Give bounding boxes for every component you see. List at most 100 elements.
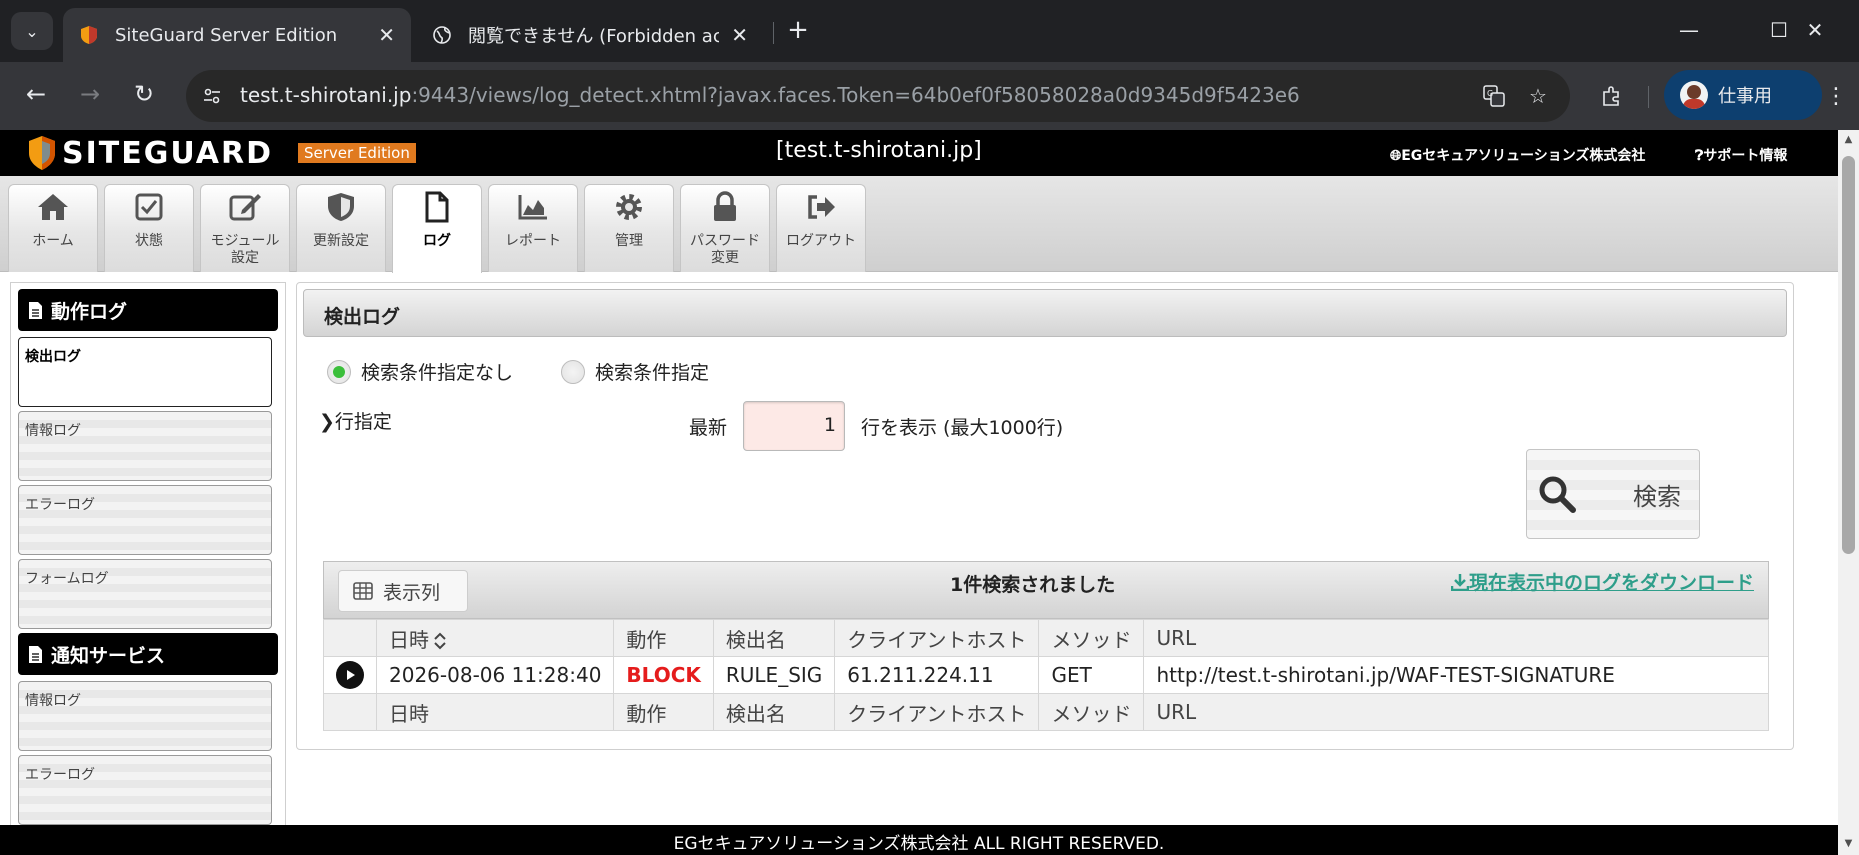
back-button[interactable]: ← [16, 74, 56, 114]
latest-label: 最新 [689, 417, 728, 439]
download-icon [1450, 573, 1469, 591]
new-tab-button[interactable]: + [782, 14, 814, 46]
grid-icon [353, 582, 373, 600]
sidebar-section-operation-log: 動作ログ [18, 289, 278, 331]
radio-condition[interactable]: 検索条件指定 [561, 358, 709, 385]
translate-button[interactable]: G [1478, 80, 1510, 112]
scroll-down-icon[interactable]: ▼ [1842, 838, 1855, 851]
tab-strip: ⌄ SiteGuard Server Edition ✕ 閲覧できません (Fo… [0, 0, 1859, 62]
tab-home[interactable]: ホーム [8, 184, 98, 272]
header-cell-expand [323, 619, 377, 657]
document-icon [29, 301, 42, 319]
result-count: 1件検索されました [950, 574, 1116, 596]
scrollbar-thumb[interactable] [1842, 156, 1855, 554]
cell-method: GET [1038, 656, 1145, 694]
header-cell-url: URL [1143, 619, 1769, 657]
close-icon[interactable]: ✕ [378, 23, 395, 47]
tab-label: 更新設定 [313, 233, 369, 249]
tab-report[interactable]: レポート [488, 184, 578, 272]
forward-button[interactable]: → [70, 74, 110, 114]
url-host: test.t-shirotani.jp [240, 83, 412, 107]
tune-icon [204, 88, 220, 104]
address-bar[interactable]: test.t-shirotani.jp:9443/views/log_detec… [186, 70, 1570, 122]
row-count-input[interactable]: 1 [743, 401, 845, 451]
cell-url: http://test.t-shirotani.jp/WAF-TEST-SIGN… [1143, 656, 1769, 694]
maximize-icon: ☐ [1770, 18, 1788, 42]
search-button[interactable]: 検索 [1526, 449, 1700, 539]
chevron-right-icon: ❯ [319, 411, 335, 433]
close-window-button[interactable]: ✕ [1790, 10, 1840, 50]
header-cell-method: メソッド [1038, 619, 1145, 657]
play-circle-icon[interactable] [336, 661, 364, 689]
tab-search-button[interactable]: ⌄ [11, 12, 53, 50]
sidebar-item-form-log[interactable]: フォームログ [18, 559, 272, 629]
extensions-button[interactable] [1592, 76, 1632, 116]
result-bar: 表示列 1件検索されました 現在表示中のログをダウンロード [323, 561, 1769, 619]
lock-icon [714, 191, 736, 221]
url-text[interactable]: test.t-shirotani.jp:9443/views/log_detec… [240, 83, 1300, 107]
sidebar-item-detect-log[interactable]: 検出ログ [18, 337, 272, 407]
minimize-button[interactable]: — [1664, 10, 1714, 50]
tab-title: SiteGuard Server Edition [115, 24, 338, 46]
tab-label: レポート [505, 233, 561, 249]
tab-title: 閲覧できません (Forbidden access) [468, 26, 720, 47]
cell-action: BLOCK [613, 656, 714, 694]
browser-menu-button[interactable]: ⋮ [1818, 76, 1854, 116]
radio-dot-checked[interactable] [327, 359, 351, 384]
logout-icon [808, 195, 835, 219]
footer-cell-method: メソッド [1038, 693, 1145, 731]
tab-label: 管理 [615, 233, 643, 249]
tab-status[interactable]: 状態 [104, 184, 194, 272]
header-cell-datetime[interactable]: 日時 [375, 619, 615, 657]
header-cell-detect-name: 検出名 [712, 619, 836, 657]
scroll-up-icon[interactable]: ▲ [1842, 134, 1855, 147]
cell-client-host: 61.211.224.11 [834, 656, 1040, 694]
footer-cell-url: URL [1143, 693, 1769, 731]
sidebar-item-notify-info-log[interactable]: 情報ログ [18, 681, 272, 751]
shield-icon [328, 193, 354, 221]
close-icon[interactable]: ✕ [731, 23, 748, 47]
footer-cell-client-host: クライアントホスト [834, 693, 1040, 731]
bookmark-button[interactable]: ☆ [1522, 80, 1554, 112]
header-cell-client-host: クライアントホスト [834, 619, 1040, 657]
url-path: :9443/views/log_detect.xhtml?javax.faces… [411, 83, 1300, 107]
sidebar-item-error-log[interactable]: エラーログ [18, 485, 272, 555]
more-vert-icon: ⋮ [1825, 83, 1847, 109]
row-expand-cell[interactable] [323, 656, 377, 694]
main-nav: ホーム 状態 モジュール 設定 更新設定 ログ レポート 管理 パスワード 変更… [0, 176, 1838, 273]
tab-logout[interactable]: ログアウト [776, 184, 866, 272]
header-cell-action: 動作 [613, 619, 714, 657]
tab-password[interactable]: パスワード 変更 [680, 184, 770, 272]
tab-label: ログ [423, 233, 451, 249]
row-spec-toggle[interactable]: ❯行指定 [319, 407, 392, 434]
support-link[interactable]: ❓︎サポート情報 [1695, 145, 1787, 165]
arrow-left-icon: ← [25, 80, 47, 108]
checkbox-icon [135, 193, 163, 221]
radio-dot[interactable] [561, 359, 585, 384]
vertical-scrollbar[interactable]: ▲ ▼ [1838, 130, 1859, 855]
sidebar-item-notify-error-log[interactable]: エラーログ [18, 755, 272, 825]
reload-button[interactable]: ↻ [124, 74, 164, 114]
columns-button[interactable]: 表示列 [338, 570, 468, 612]
tab-update-settings[interactable]: 更新設定 [296, 184, 386, 272]
download-link[interactable]: 現在表示中のログをダウンロード [1450, 568, 1754, 595]
tab-module-settings[interactable]: モジュール 設定 [200, 184, 290, 272]
company-link[interactable]: 🌐︎EGセキュアソリューションズ株式会社 [1390, 145, 1645, 165]
close-icon: ✕ [1806, 18, 1824, 42]
radio-no-condition[interactable]: 検索条件指定なし [327, 358, 513, 385]
svg-text:G: G [1487, 89, 1493, 98]
profile-button[interactable]: 仕事用 [1664, 70, 1822, 120]
tab-admin[interactable]: 管理 [584, 184, 674, 272]
logo-text: SITEGUARD [62, 136, 274, 171]
chart-icon [518, 195, 547, 220]
puzzle-icon [1603, 86, 1619, 106]
home-icon [38, 194, 68, 220]
browser-toolbar: ← → ↻ test.t-shirotani.jp:9443/views/log… [0, 62, 1859, 130]
site-info-button[interactable] [194, 78, 230, 114]
tab-log[interactable]: ログ [392, 184, 482, 273]
siteguard-favicon-icon [81, 26, 97, 44]
sidebar-item-info-log[interactable]: 情報ログ [18, 411, 272, 481]
tab-forbidden[interactable]: 閲覧できません (Forbidden access) ✕ [416, 8, 764, 62]
tab-siteguard[interactable]: SiteGuard Server Edition ✕ [63, 8, 411, 62]
edit-icon [229, 194, 261, 221]
